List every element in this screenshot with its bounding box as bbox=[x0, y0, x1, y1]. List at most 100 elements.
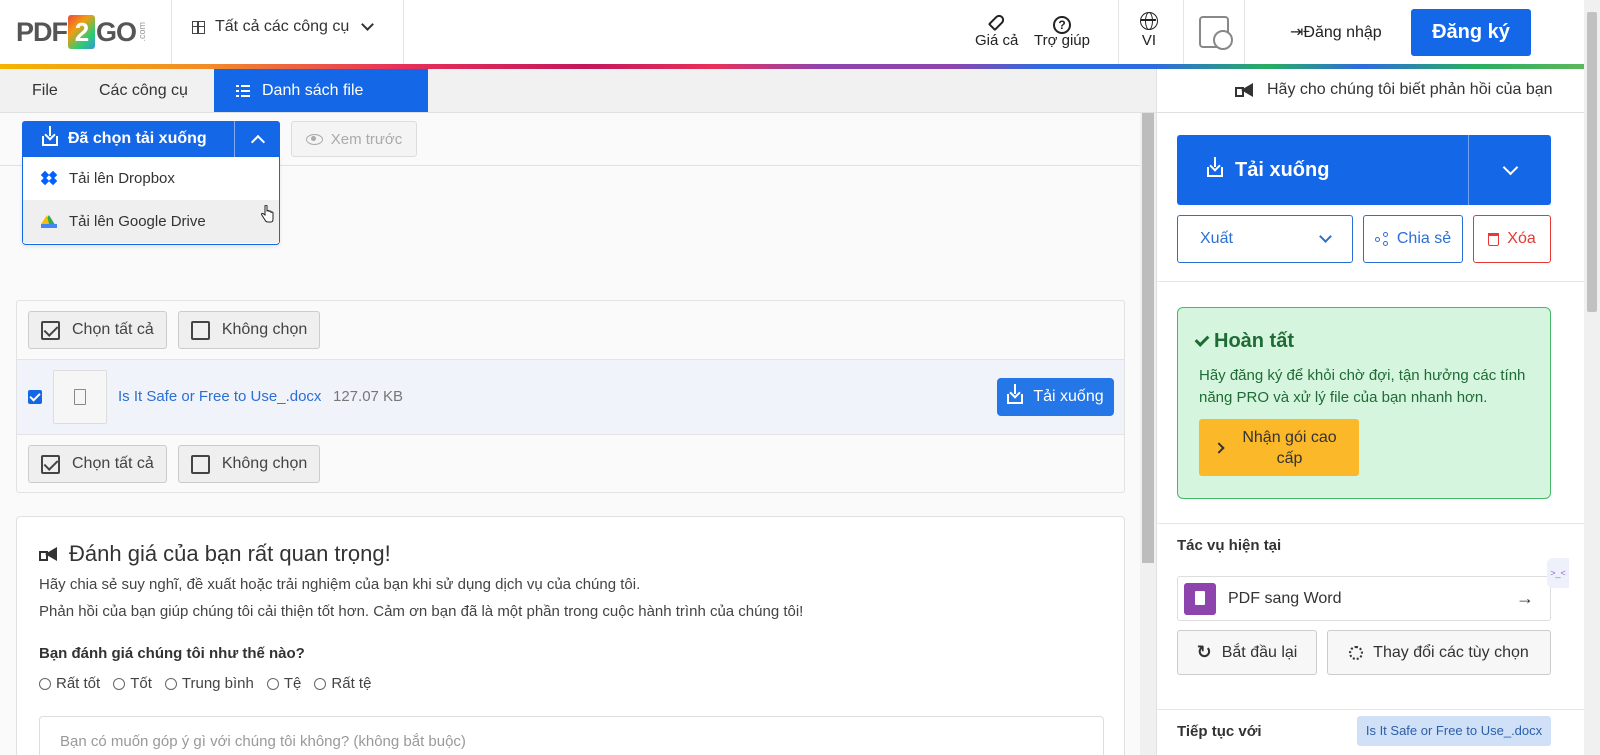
radio-icon bbox=[266, 677, 279, 690]
share-label: Chia sẻ bbox=[1396, 230, 1452, 247]
current-task-item[interactable]: PDF sang Word → bbox=[1177, 576, 1551, 621]
file-size: 127.07 KB bbox=[333, 388, 404, 405]
select-none-label: Không chọn bbox=[221, 321, 308, 338]
eye-icon bbox=[305, 133, 323, 145]
pricing-link[interactable]: Giá cả bbox=[975, 10, 1018, 49]
main-download-toggle[interactable] bbox=[1468, 135, 1551, 205]
share-button[interactable]: Chia sẻ bbox=[1363, 215, 1463, 263]
rating-question: Bạn đánh giá chúng tôi như thế nào? bbox=[39, 645, 305, 662]
tab-file-list[interactable]: Danh sách file bbox=[214, 69, 428, 112]
content-scrollbar[interactable] bbox=[1140, 113, 1156, 755]
language-selector[interactable]: VI bbox=[1140, 10, 1158, 49]
rating-label: Tệ bbox=[283, 675, 302, 692]
checkbox-empty-icon bbox=[190, 320, 210, 340]
upload-dropbox-item[interactable]: Tải lên Dropbox bbox=[23, 157, 279, 200]
main-content: Đã chọn tải xuống Tải lên Dropbox Tải lê… bbox=[0, 113, 1140, 755]
rating-label: Trung bình bbox=[181, 675, 254, 692]
download-options-toggle[interactable] bbox=[234, 121, 280, 157]
feedback-description-2: Phản hồi của bạn giúp chúng tôi cải thiệ… bbox=[39, 603, 804, 620]
continue-file-tag: Is It Safe or Free to Use_.docx bbox=[1357, 716, 1551, 746]
rating-good[interactable]: Tốt bbox=[113, 675, 152, 692]
completion-title: Hoàn tất bbox=[1194, 330, 1294, 353]
scrollbar-thumb[interactable] bbox=[1587, 12, 1597, 312]
logo-badge: 2 bbox=[68, 15, 95, 49]
get-premium-label: Nhận gói cao cấp bbox=[1242, 428, 1337, 467]
logo-text: PDF bbox=[16, 16, 68, 47]
delete-button[interactable]: Xóa bbox=[1473, 215, 1551, 263]
rating-very-good[interactable]: Rất tốt bbox=[39, 675, 100, 692]
change-options-button[interactable]: Thay đổi các tùy chọn bbox=[1327, 630, 1551, 675]
globe-icon bbox=[1140, 12, 1158, 30]
file-download-label: Tải xuống bbox=[1033, 388, 1104, 405]
completion-title-text: Hoàn tất bbox=[1214, 330, 1294, 352]
google-drive-icon bbox=[41, 215, 57, 228]
rating-label: Tốt bbox=[130, 675, 152, 692]
gear-icon bbox=[1349, 645, 1364, 660]
feedback-card: Đánh giá của bạn rất quan trọng! Hãy chi… bbox=[16, 516, 1125, 755]
select-none-button[interactable]: Không chọn bbox=[177, 445, 321, 483]
preview-label: Xem trước bbox=[330, 130, 403, 148]
main-download-button[interactable]: Tải xuống bbox=[1177, 157, 1468, 182]
login-icon: ⇥ bbox=[1290, 24, 1304, 41]
header-divider bbox=[403, 0, 404, 64]
export-label: Xuất bbox=[1200, 230, 1233, 247]
grid-icon bbox=[192, 20, 205, 34]
file-thumbnail bbox=[53, 370, 107, 424]
upload-google-drive-item[interactable]: Tải lên Google Drive bbox=[23, 200, 279, 243]
feedback-link[interactable]: Hãy cho chúng tôi biết phản hồi của bạn bbox=[1235, 81, 1553, 99]
megaphone-icon bbox=[39, 547, 57, 561]
refresh-icon: ↻ bbox=[1196, 642, 1212, 662]
radio-icon bbox=[164, 677, 177, 690]
download-selected-button[interactable]: Đã chọn tải xuống bbox=[22, 126, 234, 148]
tab-tools[interactable]: Các công cụ bbox=[99, 69, 188, 112]
change-options-label: Thay đổi các tùy chọn bbox=[1373, 643, 1529, 661]
page-scrollbar[interactable] bbox=[1584, 0, 1600, 755]
rating-bad[interactable]: Tệ bbox=[266, 675, 302, 692]
list-icon bbox=[236, 84, 250, 97]
completion-notice: Hoàn tất Hãy đăng ký để khỏi chờ đợi, tậ… bbox=[1177, 307, 1551, 499]
radio-icon bbox=[314, 677, 327, 690]
tab-file[interactable]: File bbox=[32, 69, 58, 112]
chevron-down-icon bbox=[361, 18, 375, 31]
chevron-up-icon bbox=[250, 134, 265, 149]
restart-button[interactable]: ↻ Bắt đầu lại bbox=[1177, 630, 1317, 675]
download-options-menu: Tải lên Dropbox Tải lên Google Drive bbox=[22, 157, 280, 245]
current-task-heading: Tác vụ hiện tại bbox=[1177, 537, 1282, 554]
select-all-button[interactable]: Chọn tất cả bbox=[28, 311, 167, 349]
login-link[interactable]: ⇥Đăng nhập bbox=[1290, 22, 1382, 42]
file-checkbox[interactable] bbox=[28, 390, 42, 404]
continue-with-heading: Tiếp tục với bbox=[1177, 723, 1262, 740]
main-download-split-button: Tải xuống bbox=[1177, 135, 1551, 205]
rating-average[interactable]: Trung bình bbox=[164, 675, 254, 692]
select-none-button[interactable]: Không chọn bbox=[177, 311, 321, 349]
rating-label: Rất tốt bbox=[56, 675, 101, 692]
document-icon bbox=[74, 389, 86, 405]
scrollbar-thumb[interactable] bbox=[1142, 113, 1154, 563]
select-all-label: Chọn tất cả bbox=[72, 321, 154, 338]
all-tools-menu[interactable]: Tất cả các công cụ bbox=[192, 18, 375, 36]
download-selected-label: Đã chọn tải xuống bbox=[68, 130, 207, 147]
history-icon[interactable] bbox=[1199, 16, 1233, 50]
select-all-button[interactable]: Chọn tất cả bbox=[28, 445, 167, 483]
trash-icon bbox=[1488, 232, 1500, 246]
chevron-right-icon bbox=[1213, 441, 1225, 454]
signup-button[interactable]: Đăng ký bbox=[1411, 9, 1531, 56]
chevron-down-icon bbox=[1319, 230, 1332, 243]
arrow-right-icon: → bbox=[1516, 588, 1534, 608]
header-divider bbox=[1118, 0, 1119, 64]
tab-bar: File Các công cụ Danh sách file bbox=[0, 69, 1156, 113]
preview-button[interactable]: Xem trước bbox=[291, 121, 417, 157]
pdf2go-logo[interactable]: PDF 2 GO .com bbox=[16, 12, 147, 52]
help-link[interactable]: ? Trợ giúp bbox=[1034, 10, 1090, 49]
feedback-comment-field[interactable]: Bạn có muốn góp ý gì với chúng tôi không… bbox=[39, 716, 1104, 755]
language-label: VI bbox=[1141, 32, 1157, 49]
get-premium-button[interactable]: Nhận gói cao cấp bbox=[1199, 419, 1359, 476]
rating-very-bad[interactable]: Rất tệ bbox=[314, 675, 371, 692]
export-dropdown[interactable]: Xuất bbox=[1177, 215, 1353, 263]
header-divider bbox=[1183, 0, 1184, 64]
logo-suffix: .com bbox=[137, 22, 148, 42]
side-widget-icon[interactable]: >_< bbox=[1547, 558, 1569, 588]
file-download-button[interactable]: Tải xuống bbox=[997, 378, 1114, 416]
file-name-link[interactable]: Is It Safe or Free to Use_.docx bbox=[118, 388, 321, 405]
radio-icon bbox=[39, 677, 51, 690]
